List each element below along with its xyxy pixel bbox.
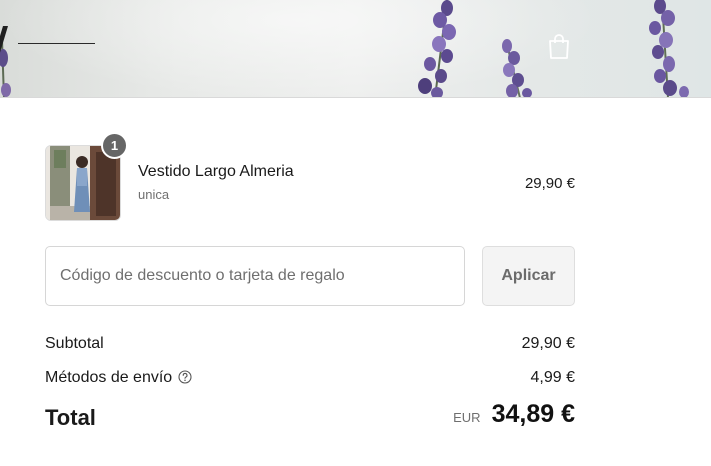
hero-banner — [0, 0, 711, 98]
total-label: Total — [45, 405, 96, 430]
logo-divider — [18, 43, 95, 44]
total-value-wrap: EUR 34,89 € — [453, 400, 575, 429]
total-currency: EUR — [453, 410, 481, 425]
product-price: 29,90 € — [524, 175, 575, 192]
cart-line-item: 1 Vestido Largo Almeria unica 29,90 € — [45, 132, 575, 222]
question-circle-icon[interactable] — [178, 370, 192, 384]
product-variant: unica — [138, 187, 170, 202]
shipping-label-wrap: Métodos de envío — [45, 369, 192, 387]
lavender-sprig — [649, 0, 689, 97]
shipping-value: 4,99 € — [530, 369, 575, 386]
shipping-label: Métodos de envío — [45, 369, 173, 386]
lavender-sprig — [502, 39, 532, 97]
total-amount: 34,89 € — [491, 400, 575, 428]
subtotal-row: Subtotal 29,90 € — [45, 335, 575, 359]
quantity-badge: 1 — [101, 132, 128, 159]
shipping-row: Métodos de envío 4,99 € — [45, 369, 575, 393]
discount-code-input[interactable] — [45, 246, 465, 306]
subtotal-value: 29,90 € — [521, 335, 575, 352]
lavender-field-photo — [0, 0, 689, 97]
logo-mark[interactable] — [0, 26, 8, 56]
total-row: Total EUR 34,89 € — [45, 400, 575, 436]
apply-discount-button[interactable]: Aplicar — [482, 246, 575, 306]
lavender-sprig — [418, 0, 456, 97]
shopping-bag-icon[interactable] — [546, 32, 572, 60]
subtotal-label: Subtotal — [45, 335, 104, 352]
product-name: Vestido Largo Almeria — [138, 163, 294, 180]
